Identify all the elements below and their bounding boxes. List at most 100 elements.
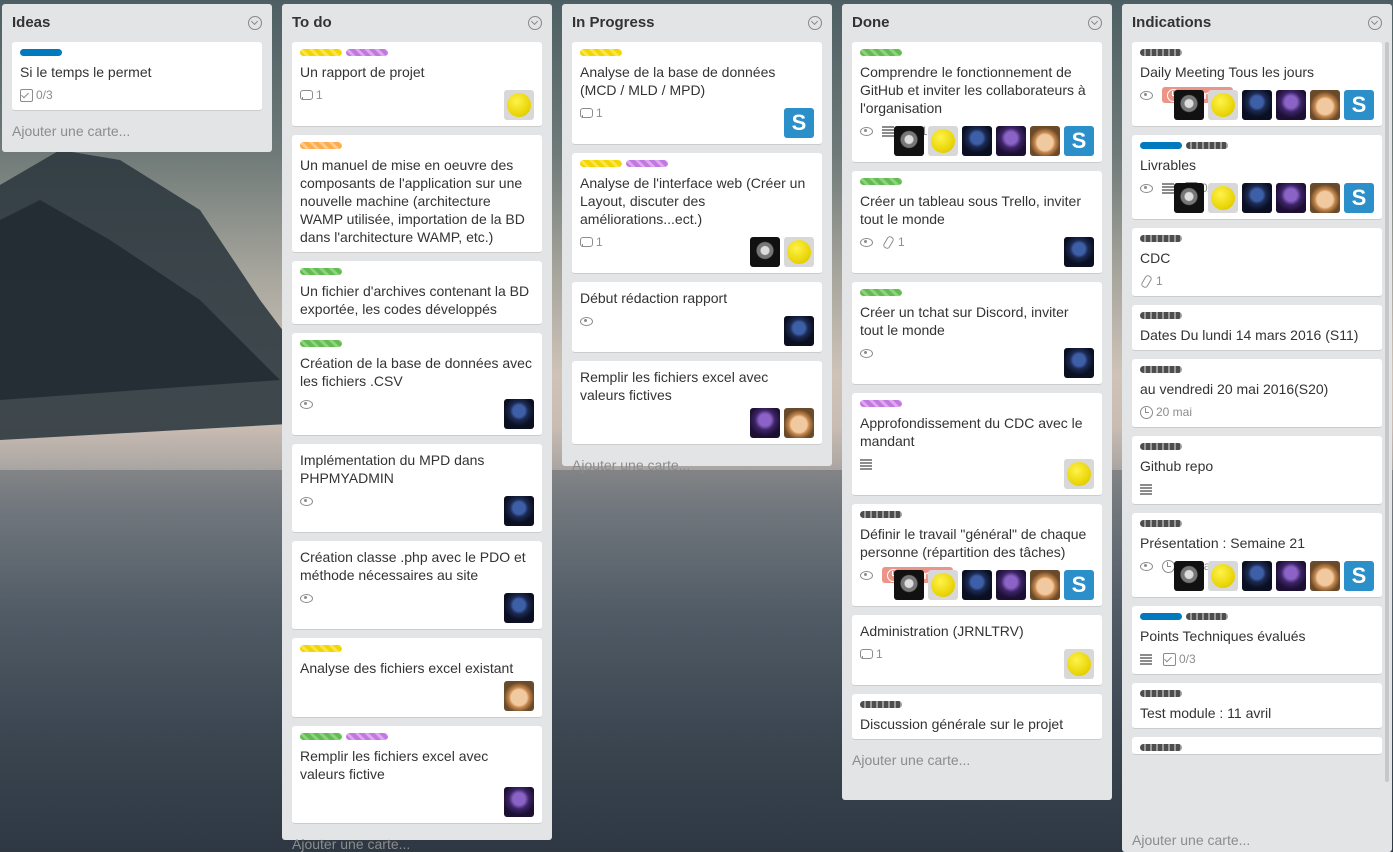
avatar-purple[interactable]	[996, 126, 1026, 156]
avatar-s[interactable]: S	[1344, 183, 1374, 213]
add-card-link[interactable]: Ajouter une carte...	[842, 748, 1112, 778]
badge-count: 1	[596, 235, 603, 249]
avatar-blue[interactable]	[1242, 90, 1272, 120]
avatar-purple[interactable]	[996, 570, 1026, 600]
avatar-face[interactable]	[784, 408, 814, 438]
card[interactable]: Test module : 11 avril	[1132, 683, 1382, 729]
card[interactable]: Un rapport de projet 1	[292, 42, 542, 127]
avatar-face[interactable]	[504, 681, 534, 711]
badge	[860, 458, 873, 470]
badge: 1	[580, 106, 603, 120]
avatar-dark[interactable]	[750, 237, 780, 267]
card-labels	[1140, 49, 1374, 57]
avatar-blue[interactable]	[962, 570, 992, 600]
avatar-yellow[interactable]	[928, 570, 958, 600]
list-menu-icon[interactable]	[1368, 16, 1382, 30]
card[interactable]: au vendredi 20 mai 2016(S20) 20 mai	[1132, 359, 1382, 428]
card[interactable]: Un manuel de mise en oeuvre des composan…	[292, 135, 542, 253]
list-menu-icon[interactable]	[1088, 16, 1102, 30]
card-members	[300, 496, 534, 526]
card[interactable]: Analyse de la base de données (MCD / MLD…	[572, 42, 822, 145]
avatar-dark[interactable]	[1174, 561, 1204, 591]
list-title[interactable]: To do	[292, 14, 542, 31]
card[interactable]: Si le temps le permet 0/3	[12, 42, 262, 111]
avatar-s[interactable]: S	[1064, 126, 1094, 156]
card[interactable]: Comprendre le fonctionnement de GitHub e…	[852, 42, 1102, 163]
avatar-blue[interactable]	[504, 593, 534, 623]
avatar-yellow[interactable]	[504, 90, 534, 120]
list-to-do: To do Un rapport de projet 1 Un manuel de m…	[282, 4, 552, 852]
card[interactable]: Créer un tableau sous Trello, inviter to…	[852, 171, 1102, 274]
list-scrollbar[interactable]	[1385, 42, 1389, 782]
list-title[interactable]: Done	[852, 14, 1102, 31]
list-menu-icon[interactable]	[808, 16, 822, 30]
avatar-yellow[interactable]	[784, 237, 814, 267]
avatar-blue[interactable]	[1064, 237, 1094, 267]
card[interactable]: Présentation : Semaine 2111 maiS	[1132, 513, 1382, 598]
avatar-yellow[interactable]	[1208, 561, 1238, 591]
card-title: Créer un tchat sur Discord, inviter tout…	[860, 304, 1069, 338]
card[interactable]: Approfondissement du CDC avec le mandant	[852, 393, 1102, 496]
avatar-s[interactable]: S	[1344, 90, 1374, 120]
avatar-face[interactable]	[1310, 90, 1340, 120]
card[interactable]: Discussion générale sur le projet	[852, 694, 1102, 740]
list-title[interactable]: In Progress	[572, 14, 822, 31]
add-card-link[interactable]: Ajouter une carte...	[2, 119, 272, 149]
avatar-yellow[interactable]	[1064, 459, 1094, 489]
avatar-purple[interactable]	[1276, 90, 1306, 120]
list-title[interactable]: Ideas	[12, 14, 262, 31]
card[interactable]: Administration (JRNLTRV) 1	[852, 615, 1102, 686]
avatar-s[interactable]: S	[1064, 570, 1094, 600]
card[interactable]: Création classe .php avec le PDO et méth…	[292, 541, 542, 630]
card[interactable]: Créer un tchat sur Discord, inviter tout…	[852, 282, 1102, 385]
card[interactable]: Points Techniques évalués 0/3	[1132, 606, 1382, 675]
avatar-yellow[interactable]	[1064, 649, 1094, 679]
card[interactable]: Github repo	[1132, 436, 1382, 505]
card[interactable]: Analyse des fichiers excel existant	[292, 638, 542, 718]
avatar-blue[interactable]	[962, 126, 992, 156]
add-card-link[interactable]: Ajouter une carte...	[1122, 828, 1260, 848]
avatar-blue[interactable]	[1242, 183, 1272, 213]
avatar-blue[interactable]	[1064, 348, 1094, 378]
card[interactable]: Un fichier d'archives contenant la BD ex…	[292, 261, 542, 325]
add-card-link[interactable]: Ajouter une carte...	[562, 453, 832, 483]
avatar-yellow[interactable]	[1208, 183, 1238, 213]
avatar-face[interactable]	[1030, 570, 1060, 600]
avatar-dark[interactable]	[894, 570, 924, 600]
avatar-face[interactable]	[1030, 126, 1060, 156]
add-card-link[interactable]: Ajouter une carte...	[282, 832, 552, 852]
list-title[interactable]: Indications	[1132, 14, 1382, 31]
avatar-dark[interactable]	[1174, 90, 1204, 120]
card[interactable]: Début rédaction rapport	[572, 282, 822, 353]
avatar-face[interactable]	[1310, 183, 1340, 213]
avatar-dark[interactable]	[1174, 183, 1204, 213]
avatar-dark[interactable]	[894, 126, 924, 156]
avatar-purple[interactable]	[750, 408, 780, 438]
card[interactable]: Création de la base de données avec les …	[292, 333, 542, 436]
avatar-blue[interactable]	[784, 316, 814, 346]
avatar-purple[interactable]	[1276, 561, 1306, 591]
card[interactable]: Définir le travail "général" de chaque p…	[852, 504, 1102, 607]
avatar-s[interactable]: S	[784, 108, 814, 138]
avatar-yellow[interactable]	[1208, 90, 1238, 120]
avatar-blue[interactable]	[1242, 561, 1272, 591]
avatar-purple[interactable]	[1276, 183, 1306, 213]
card[interactable]	[1132, 737, 1382, 755]
avatar-s[interactable]: S	[1344, 561, 1374, 591]
avatar-blue[interactable]	[504, 399, 534, 429]
avatar-yellow[interactable]	[928, 126, 958, 156]
avatar-face[interactable]	[1310, 561, 1340, 591]
avatar-blue[interactable]	[504, 496, 534, 526]
card[interactable]: Remplir les fichiers excel avec valeurs …	[572, 361, 822, 445]
list-menu-icon[interactable]	[528, 16, 542, 30]
card[interactable]: Remplir les fichiers excel avec valeurs …	[292, 726, 542, 824]
card[interactable]: CDC 1	[1132, 228, 1382, 297]
card[interactable]: Analyse de l'interface web (Créer un Lay…	[572, 153, 822, 274]
card[interactable]: Implémentation du MPD dans PHPMYADMIN	[292, 444, 542, 533]
checklist-icon	[1163, 653, 1176, 666]
card[interactable]: Daily Meeting Tous les jours 16 mars S	[1132, 42, 1382, 127]
avatar-purple[interactable]	[504, 787, 534, 817]
card[interactable]: Dates Du lundi 14 mars 2016 (S11)	[1132, 305, 1382, 351]
card[interactable]: Livrables0/5S	[1132, 135, 1382, 220]
list-menu-icon[interactable]	[248, 16, 262, 30]
